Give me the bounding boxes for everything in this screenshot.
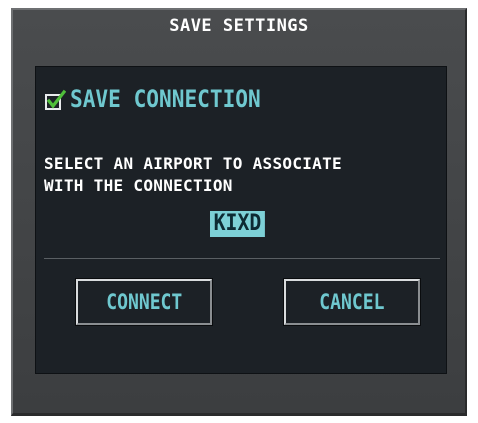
cancel-button[interactable]: CANCEL: [284, 279, 420, 325]
divider: [44, 258, 440, 259]
airport-prompt: SELECT AN AIRPORT TO ASSOCIATE WITH THE …: [44, 153, 444, 197]
save-settings-dialog: SAVE SETTINGS SAVE CONNECTION SELECT AN …: [11, 8, 467, 416]
airport-identifier-field[interactable]: KIXD: [210, 211, 265, 237]
connect-button[interactable]: CONNECT: [76, 279, 212, 325]
checkbox-checked-icon[interactable]: [44, 89, 67, 110]
prompt-line-1: SELECT AN AIRPORT TO ASSOCIATE: [44, 154, 342, 173]
save-connection-option[interactable]: SAVE CONNECTION: [44, 85, 287, 113]
connect-button-label: CONNECT: [105, 290, 183, 314]
cancel-button-label: CANCEL: [319, 290, 385, 314]
dialog-title: SAVE SETTINGS: [169, 16, 309, 36]
save-connection-label: SAVE CONNECTION: [70, 85, 261, 113]
prompt-line-2: WITH THE CONNECTION: [44, 176, 233, 195]
screen: SAVE SETTINGS SAVE CONNECTION SELECT AN …: [0, 0, 478, 423]
dialog-panel: SAVE CONNECTION SELECT AN AIRPORT TO ASS…: [35, 66, 447, 374]
